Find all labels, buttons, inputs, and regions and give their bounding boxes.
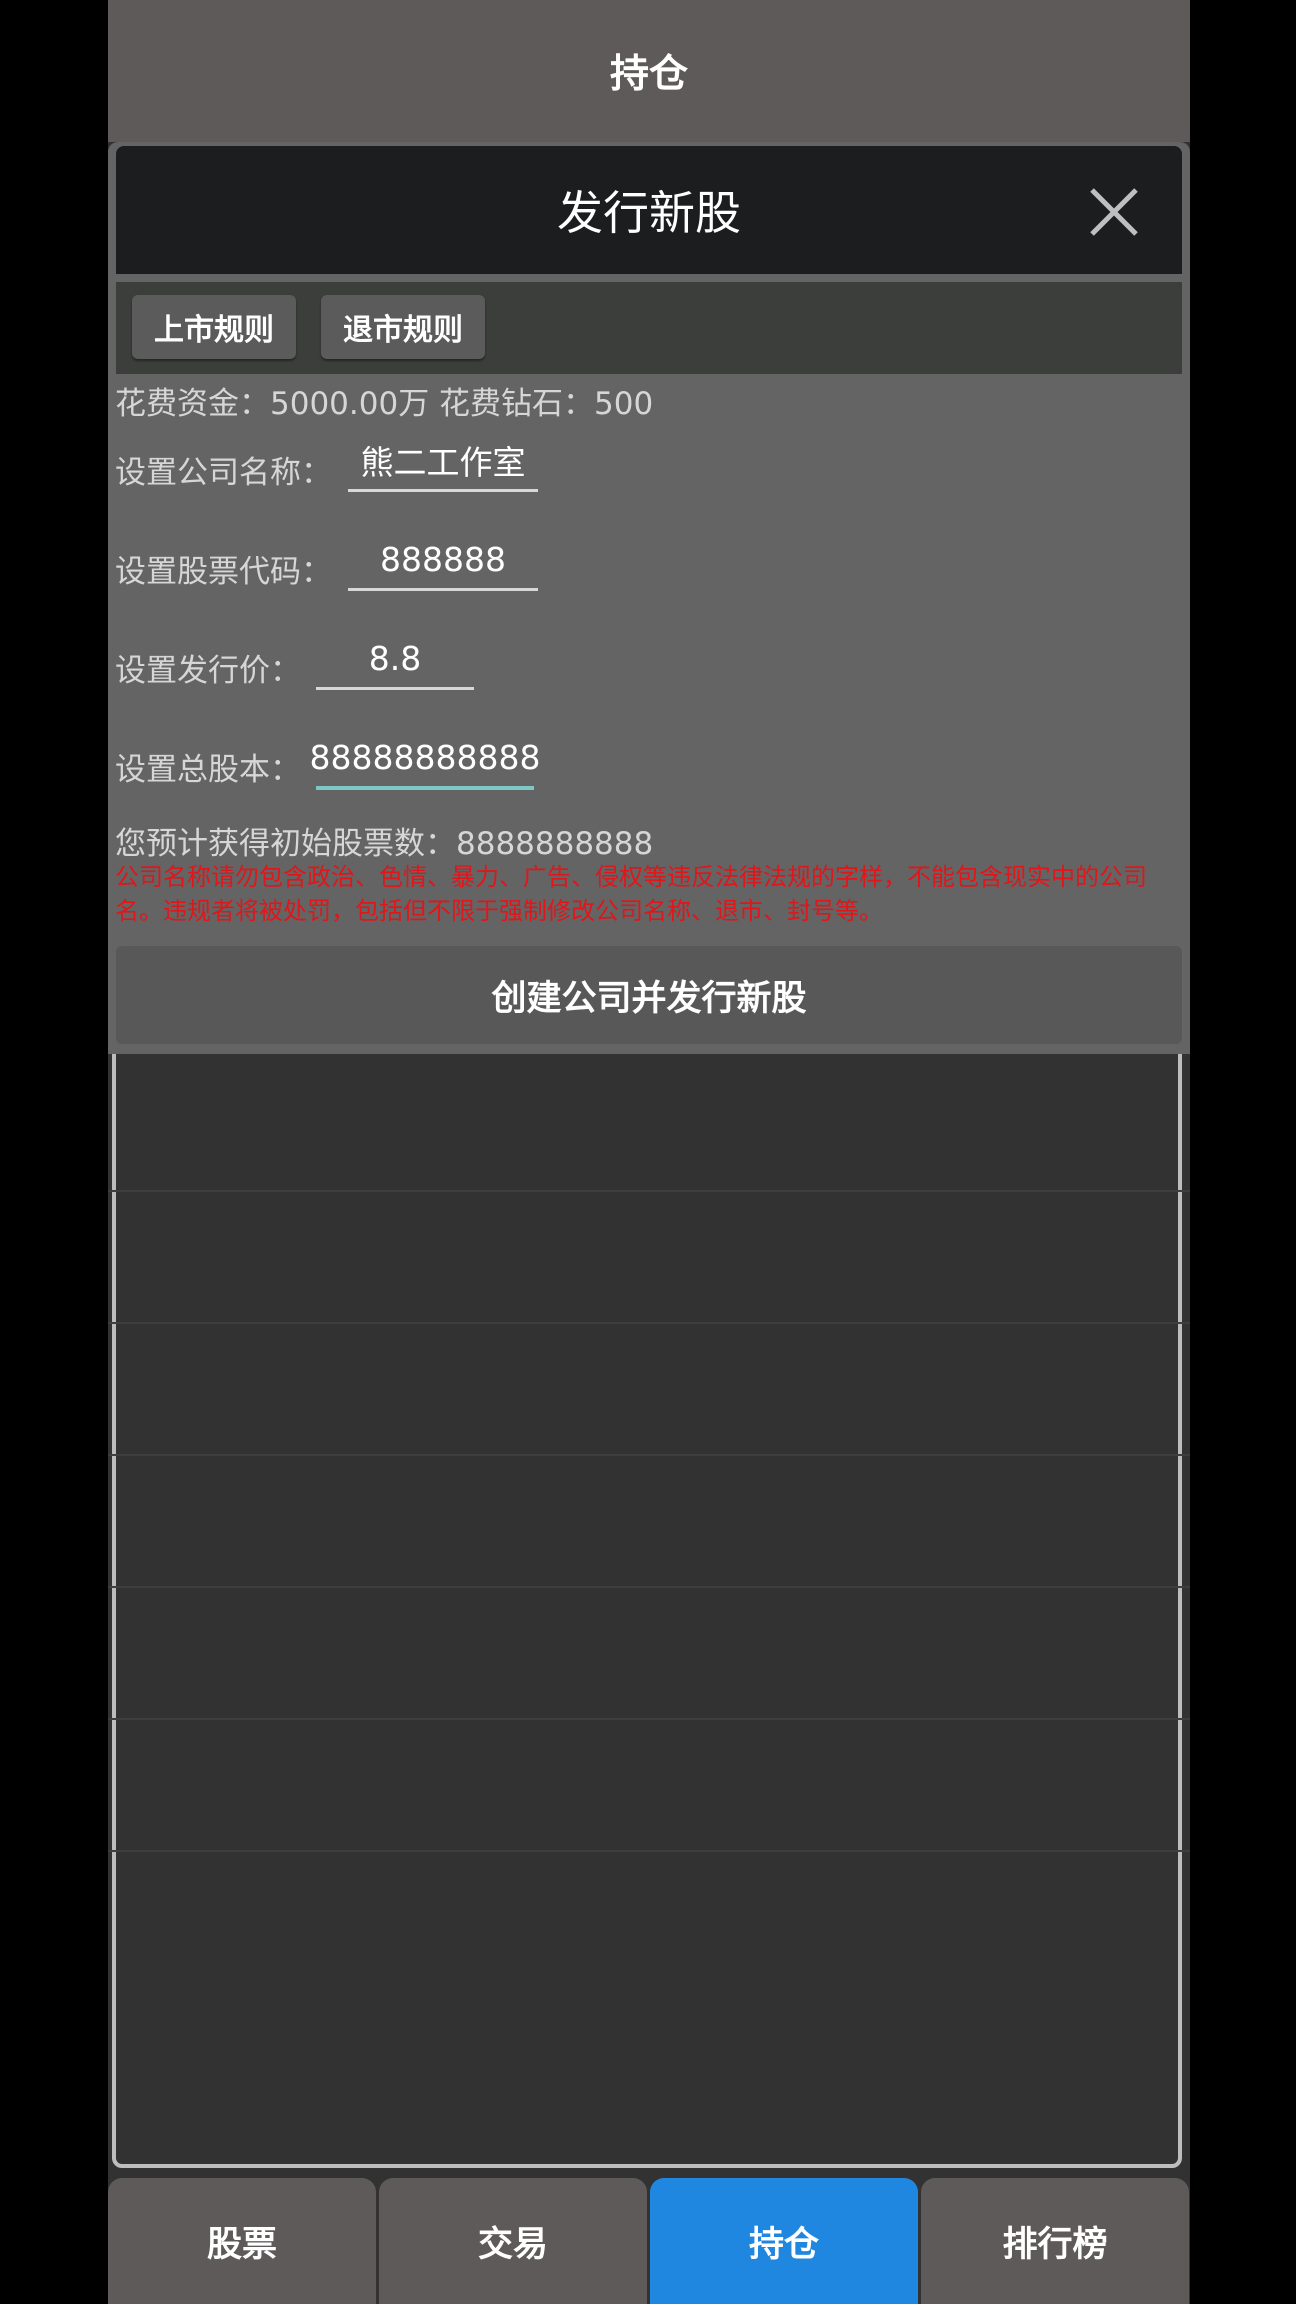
divider	[108, 1190, 1190, 1192]
delisting-rules-button[interactable]: 退市规则	[321, 295, 485, 359]
tab-leaderboard[interactable]: 排行榜	[921, 2178, 1189, 2304]
bottom-tab-bar: 股票 交易 持仓 排行榜	[108, 2178, 1190, 2304]
dialog-header: 发行新股	[116, 146, 1182, 274]
page-title: 持仓	[108, 0, 1190, 142]
divider	[108, 1850, 1190, 1852]
issue-stock-dialog: 发行新股 上市规则 退市规则 花费资金：5000.00万 花费钻石：500 设置…	[108, 142, 1190, 1054]
cost-text: 花费资金：5000.00万 花费钻石：500	[115, 386, 654, 422]
total-shares-input[interactable]: 88888888888	[310, 728, 540, 790]
tab-trade[interactable]: 交易	[379, 2178, 647, 2304]
expected-shares-text: 您预计获得初始股票数：8888888888	[115, 826, 654, 862]
tab-stocks[interactable]: 股票	[108, 2178, 376, 2304]
stock-code-input[interactable]: 888888	[348, 530, 538, 591]
issue-price-input[interactable]: 8.8	[316, 629, 474, 690]
divider	[108, 1586, 1190, 1588]
divider	[108, 1322, 1190, 1324]
listing-rules-button[interactable]: 上市规则	[132, 295, 296, 359]
rules-toolbar: 上市规则 退市规则	[116, 282, 1182, 374]
close-icon[interactable]	[1088, 186, 1140, 238]
tab-holdings[interactable]: 持仓	[650, 2178, 918, 2304]
company-name-input[interactable]: 熊二工作室	[348, 431, 538, 492]
company-name-label: 设置公司名称：	[115, 455, 332, 491]
total-shares-label: 设置总股本：	[115, 752, 301, 788]
dialog-title: 发行新股	[557, 186, 741, 240]
app-root: 持仓 发行新股 上市规则 退市规则 花费资金：5000.00万 花费钻石：500…	[108, 0, 1190, 2304]
issue-price-label: 设置发行价：	[115, 653, 301, 689]
divider	[108, 1454, 1190, 1456]
stock-code-label: 设置股票代码：	[115, 554, 332, 590]
divider	[108, 1718, 1190, 1720]
create-company-button[interactable]: 创建公司并发行新股	[116, 946, 1182, 1044]
naming-warning: 公司名称请勿包含政治、色情、暴力、广告、侵权等违反法律法规的字样，不能包含现实中…	[115, 863, 1147, 925]
